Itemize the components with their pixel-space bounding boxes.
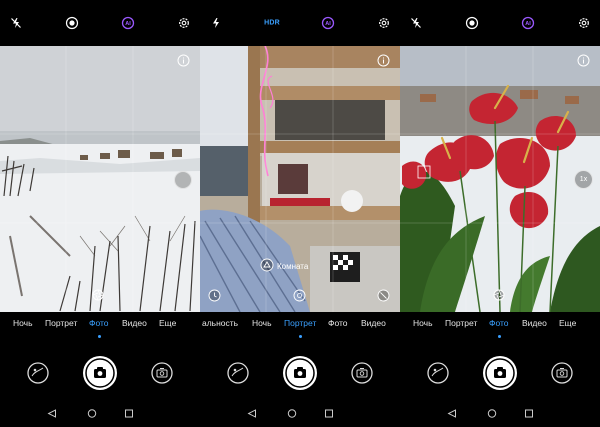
system-navbar	[0, 402, 200, 427]
viewfinder[interactable]	[0, 46, 200, 312]
switch-camera-button[interactable]	[551, 362, 573, 384]
camera-panel-2: HDR AI Комната альность Ночь Портрет Фот…	[200, 0, 400, 427]
back-icon[interactable]	[447, 405, 457, 423]
mode-video[interactable]: Видео	[122, 318, 147, 328]
shutter-button[interactable]	[282, 355, 318, 391]
info-icon[interactable]	[577, 54, 590, 67]
capture-controls	[200, 340, 400, 402]
active-mode-indicator	[498, 335, 501, 338]
recents-icon[interactable]	[325, 405, 334, 423]
settings-icon[interactable]	[378, 17, 391, 30]
mode-selector: Ночь Портрет Фото Видео Еще	[400, 312, 600, 340]
recents-icon[interactable]	[525, 405, 534, 423]
zoom-button[interactable]: 1x	[574, 170, 593, 189]
camera-panel-1: AI Ночь Портрет Фото Видео Еще	[0, 0, 200, 427]
scene-detection-icon	[260, 258, 274, 272]
hdr-toggle[interactable]: HDR	[264, 20, 280, 27]
aperture-icon[interactable]	[493, 289, 505, 301]
mode-selector: альность Ночь Портрет Фото Видео	[200, 312, 400, 340]
mode-more[interactable]: Еще	[559, 318, 576, 328]
camera-panel-3: AI 1x Ночь Портрет Фото Видео Еще	[400, 0, 600, 427]
home-icon[interactable]	[487, 405, 497, 423]
mode-photo[interactable]: Фото	[328, 318, 348, 328]
live-photo-icon[interactable]	[65, 16, 79, 30]
system-navbar	[400, 402, 600, 427]
home-icon[interactable]	[87, 405, 97, 423]
back-icon[interactable]	[47, 405, 57, 423]
mode-selector: Ночь Портрет Фото Видео Еще	[0, 312, 200, 340]
live-photo-icon[interactable]	[465, 16, 479, 30]
capture-controls	[400, 340, 600, 402]
capture-controls	[0, 340, 200, 402]
home-icon[interactable]	[287, 405, 297, 423]
gallery-thumbnail[interactable]	[227, 362, 249, 384]
settings-icon[interactable]	[578, 17, 591, 30]
shutter-button[interactable]	[82, 355, 118, 391]
ai-icon[interactable]: AI	[521, 16, 535, 30]
mode-portrait[interactable]: Портрет	[45, 318, 77, 328]
ai-icon[interactable]: AI	[121, 16, 135, 30]
top-bar: AI	[400, 0, 600, 46]
active-mode-indicator	[299, 335, 302, 338]
gallery-thumbnail[interactable]	[27, 362, 49, 384]
beauty-icon[interactable]	[293, 289, 306, 302]
top-bar: AI	[0, 0, 200, 46]
svg-text:AI: AI	[525, 21, 531, 27]
recents-icon[interactable]	[125, 405, 134, 423]
mode-video[interactable]: Видео	[522, 318, 547, 328]
mode-portrait[interactable]: Портрет	[284, 318, 316, 328]
mode-night[interactable]: Ночь	[413, 318, 433, 328]
scene-label: Комната	[277, 262, 309, 271]
info-icon[interactable]	[377, 54, 390, 67]
top-bar: HDR AI	[200, 0, 400, 46]
back-icon[interactable]	[247, 405, 257, 423]
flash-off-icon[interactable]	[10, 17, 22, 29]
settings-icon[interactable]	[178, 17, 191, 30]
flash-off-icon[interactable]	[410, 17, 422, 29]
flash-auto-icon[interactable]	[210, 17, 222, 29]
ai-icon[interactable]: AI	[321, 16, 335, 30]
aperture-icon[interactable]	[92, 289, 104, 301]
system-navbar	[200, 402, 400, 427]
mode-video[interactable]: Видео	[361, 318, 386, 328]
shutter-button[interactable]	[482, 355, 518, 391]
mode-photo[interactable]: Фото	[489, 318, 509, 328]
bokeh-icon[interactable]	[377, 289, 390, 302]
mode-night[interactable]: Ночь	[252, 318, 272, 328]
active-mode-indicator	[98, 335, 101, 338]
mode-night[interactable]: Ночь	[13, 318, 33, 328]
mode-more[interactable]: Еще	[159, 318, 176, 328]
switch-camera-button[interactable]	[151, 362, 173, 384]
viewfinder[interactable]: Комната	[200, 46, 400, 312]
viewfinder[interactable]: 1x	[400, 46, 600, 312]
gallery-thumbnail[interactable]	[427, 362, 449, 384]
timer-icon[interactable]	[208, 289, 221, 302]
svg-text:AI: AI	[325, 21, 331, 27]
info-icon[interactable]	[177, 54, 190, 67]
zoom-button[interactable]	[174, 171, 192, 189]
switch-camera-button[interactable]	[351, 362, 373, 384]
mode-portrait[interactable]: Портрет	[445, 318, 477, 328]
mode-photo[interactable]: Фото	[89, 318, 109, 328]
mode-ar-reality[interactable]: альность	[202, 318, 238, 328]
svg-text:AI: AI	[125, 21, 131, 27]
